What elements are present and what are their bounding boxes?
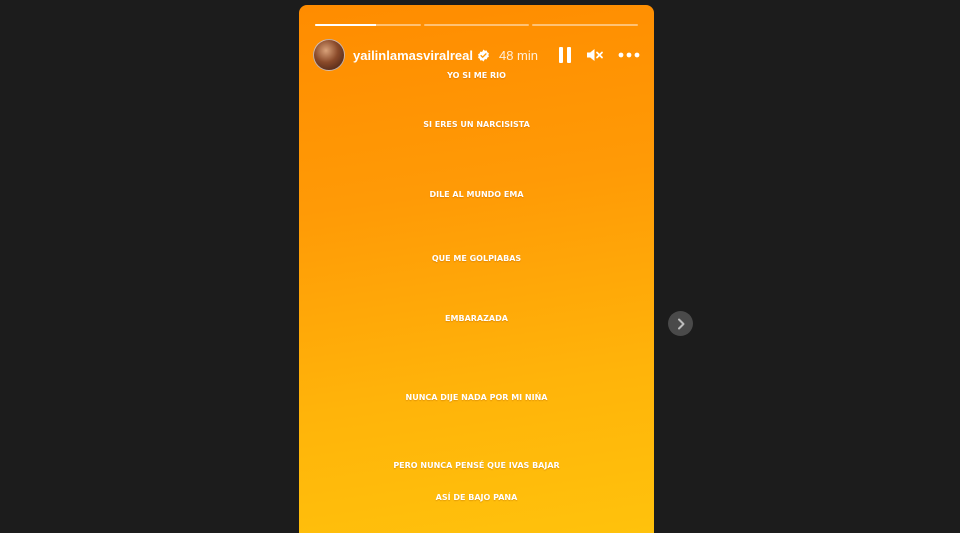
chevron-right-icon [677,318,684,329]
verified-badge-icon [477,49,490,62]
story-viewer: yailinlamasviralreal 48 min YO SI ME RIO… [0,0,960,533]
mute-icon[interactable] [586,47,604,63]
progress-segment [315,24,421,26]
story-text-line-7: PERO NUNCA PENSÉ QUE IVAS BAJAR [393,461,560,470]
next-story-button[interactable] [668,311,693,336]
pause-icon[interactable] [558,47,572,63]
avatar[interactable] [313,39,345,71]
progress-segment [532,24,639,26]
story-controls [558,47,640,63]
story-text-line-3: DILE AL MUNDO EMA [429,190,524,199]
story-text-line-4: QUE ME GOLPIABAS [431,254,522,263]
story-header: yailinlamasviralreal 48 min [313,38,640,72]
story-text-line-6: NUNCA DIJE NADA POR MI NIŃA [405,393,548,402]
story-card[interactable]: yailinlamasviralreal 48 min YO SI ME RIO… [299,5,654,533]
story-text-line-1: YO SI ME RIO [447,71,506,80]
username-link[interactable]: yailinlamasviralreal [353,48,473,63]
story-text-line-5: EMBARAZADA [445,314,508,323]
story-progress-bar [315,24,639,26]
progress-segment [423,24,530,26]
progress-fill [315,24,377,26]
more-options-icon[interactable] [618,52,640,58]
timestamp: 48 min [498,47,539,63]
story-text-line-2: SI ERES UN NARCISISTA [423,120,530,129]
story-text-line-8: ASÍ DE BAJO PANA [435,493,518,502]
